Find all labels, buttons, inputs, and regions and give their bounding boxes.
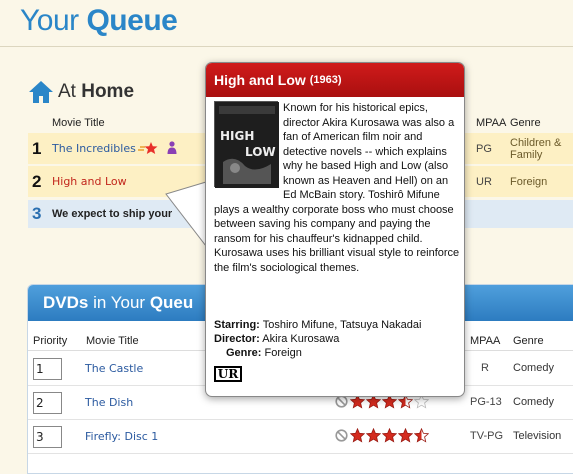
movie-poster: HIGH LOW (214, 101, 279, 188)
col-mpaa: MPAA (470, 335, 501, 347)
movie-title-link[interactable]: The Dish (85, 396, 133, 409)
house-icon (29, 81, 53, 103)
svg-text:HIGH: HIGH (220, 129, 254, 143)
genre: Children & Family (510, 136, 562, 161)
genre: Television (513, 430, 562, 442)
starring-line: Starring: Toshiro Mifune, Tatsuya Nakada… (214, 319, 422, 331)
new-release-star-icon (138, 142, 158, 154)
table-row: 3 Firefly: Disc 1 TV-PG Television (28, 420, 573, 454)
popup-movie-year: (1963) (309, 74, 342, 86)
rating-star-icon[interactable] (382, 428, 397, 443)
popup-body: HIGH LOW Known for his historical epics,… (214, 101, 460, 275)
mpaa-rating: UR (476, 175, 492, 188)
star-rating[interactable] (335, 428, 430, 443)
shipping-notice-text: We expect to ship your (52, 208, 173, 220)
col-mpaa: MPAA (476, 117, 507, 129)
genre: Comedy (513, 362, 554, 374)
page-title: Your Queue (20, 4, 178, 38)
priority-input[interactable]: 3 (33, 426, 62, 448)
movie-title-link[interactable]: The Incredibles (52, 142, 136, 155)
popup-movie-title: High and Low (214, 72, 306, 88)
mpaa-rating: PG-13 (470, 396, 502, 408)
not-interested-icon[interactable] (335, 429, 348, 442)
col-movie-title: Movie Title (52, 117, 105, 129)
genre: Foreign (510, 175, 548, 188)
at-home-header: At Home (28, 78, 134, 106)
director-line: Director: Akira Kurosawa (214, 333, 340, 345)
col-genre: Genre (513, 335, 544, 347)
row-number: 3 (32, 204, 42, 223)
priority-input[interactable]: 2 (33, 392, 62, 414)
rating-star-icon[interactable] (350, 428, 365, 443)
page-title-plain: Your (20, 4, 79, 37)
col-genre: Genre (510, 117, 541, 129)
col-priority: Priority (33, 335, 68, 347)
mpaa-rating: R (481, 362, 489, 374)
movie-credits: Starring: Toshiro Mifune, Tatsuya Nakada… (214, 318, 421, 360)
movie-title-link[interactable]: The Castle (85, 362, 143, 375)
person-icon (167, 141, 177, 154)
movie-details-popup: High and Low (1963) HIGH LOW Known for h… (205, 62, 465, 397)
priority-input[interactable]: 1 (33, 358, 62, 380)
col-movie-title: Movie Title (86, 335, 139, 347)
rating-star-icon[interactable] (366, 428, 381, 443)
rating-star-icon[interactable] (398, 428, 413, 443)
genre: Comedy (513, 396, 554, 408)
mpaa-rating: TV-PG (470, 430, 504, 442)
genre-line: Genre: Foreign (226, 347, 302, 359)
svg-text:LOW: LOW (245, 145, 276, 159)
mpaa-rating: PG (476, 142, 492, 155)
rating-badge: UR (214, 366, 242, 382)
popup-header: High and Low (1963) (206, 63, 464, 97)
page-title-bold: Queue (86, 4, 178, 37)
at-home-title: At Home (58, 81, 135, 102)
movie-title-link[interactable]: Firefly: Disc 1 (85, 430, 158, 443)
row-number: 2 (32, 171, 42, 191)
movie-title-link[interactable]: High and Low (52, 175, 127, 188)
rating-star-icon[interactable] (414, 428, 429, 443)
title-divider (0, 46, 573, 47)
row-number: 1 (32, 138, 42, 158)
